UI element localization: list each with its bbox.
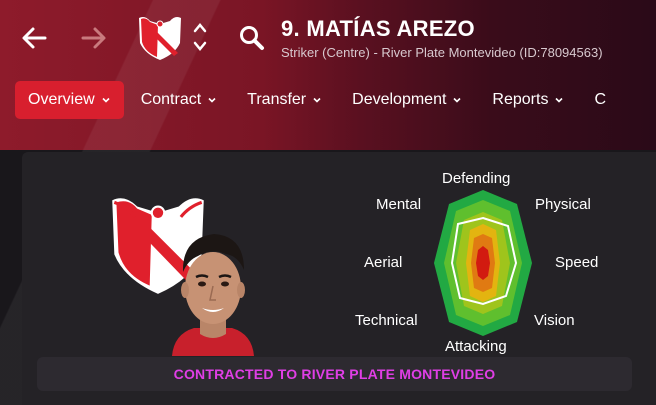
radar-label-speed: Speed [555,254,599,271]
radar-label-technical: Technical [355,312,418,329]
chevron-down-icon [555,97,564,103]
radar-label-physical: Physical [535,196,591,213]
search-button[interactable] [238,24,266,52]
radar-label-defending: Defending [442,170,511,187]
attribute-radar: Defending Physical Speed Vision Attackin… [355,160,656,360]
chevron-down-icon [208,97,216,103]
switch-player-button[interactable] [190,18,210,56]
chevron-up-down-icon [193,23,207,51]
tab-label: Overview [28,91,95,108]
radar-label-mental: Mental [376,196,422,213]
tab-label: Transfer [247,91,307,108]
back-button[interactable] [18,22,50,54]
tab-transfer[interactable]: Transfer [234,81,335,119]
forward-button[interactable] [78,22,110,54]
radar-chart [434,190,532,336]
arrow-right-icon [81,27,106,49]
tab-bar: Overview Contract Transfer Development R… [15,81,623,119]
tab-overflow[interactable]: C [581,81,619,119]
chevron-down-icon [453,97,461,103]
radar-label-attacking: Attacking [445,338,507,355]
contract-status-banner: CONTRACTED TO RIVER PLATE MONTEVIDEO [37,357,632,391]
player-name: 9. MATÍAS AREZO [281,16,475,41]
tab-contract[interactable]: Contract [128,81,230,119]
tab-label: Reports [492,91,549,108]
tab-overview[interactable]: Overview [15,81,124,119]
player-portrait [164,222,262,356]
radar-label-aerial: Aerial [364,254,403,271]
tab-reports[interactable]: Reports [479,81,577,119]
tab-label: C [594,91,607,108]
player-subtitle: Striker (Centre) - River Plate Montevide… [281,45,603,60]
search-icon [240,26,264,50]
chevron-down-icon [102,97,110,103]
tab-development[interactable]: Development [339,81,475,119]
tab-label: Contract [140,91,202,108]
chevron-down-icon [313,97,321,103]
arrow-left-icon [22,27,47,49]
radar-label-vision: Vision [534,312,575,329]
tab-label: Development [352,91,447,108]
club-crest-icon[interactable] [135,13,185,61]
